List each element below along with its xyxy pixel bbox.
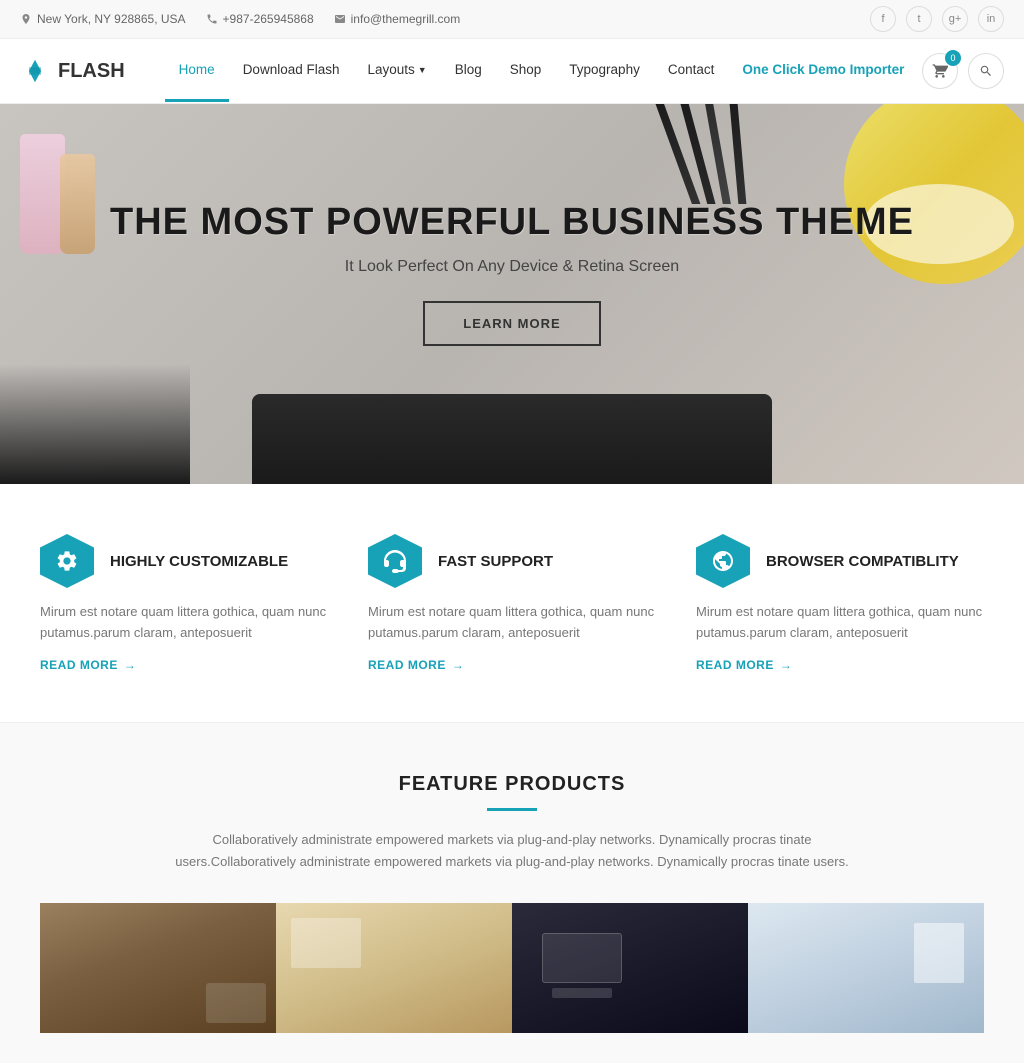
main-header: FLASH Home Download Flash Layouts ▼ Blog… (0, 39, 1024, 104)
linkedin-icon[interactable]: in (978, 6, 1004, 32)
hero-subtitle: It Look Perfect On Any Device & Retina S… (110, 258, 914, 276)
feature-icon-box-1 (40, 534, 94, 588)
hero-pencils-deco (624, 104, 824, 204)
phone-item: +987-265945868 (206, 12, 314, 26)
email-item: info@themegrill.com (334, 12, 461, 26)
feature-text-1: Mirum est notare quam littera gothica, q… (40, 602, 328, 644)
arrow-right-icon-2: → (452, 658, 465, 672)
facebook-icon[interactable]: f (870, 6, 896, 32)
logo-icon (20, 56, 50, 86)
feature-title-3: BROWSER COMPATIBLITY (766, 553, 959, 570)
header-actions: 0 (922, 53, 1004, 89)
email-text: info@themegrill.com (351, 12, 461, 26)
product-card-4[interactable] (748, 903, 984, 1033)
cart-icon (932, 63, 948, 79)
social-links: f t g+ in (870, 6, 1004, 32)
product-card-1[interactable] (40, 903, 276, 1033)
dropdown-arrow-icon: ▼ (418, 65, 427, 75)
feature-title-1: HIGHLY CUSTOMIZABLE (110, 553, 288, 570)
search-icon (979, 64, 993, 78)
product-card-3[interactable] (512, 903, 748, 1033)
hero-keyboard: // Generate keyboard keys inline via rep… (252, 394, 772, 484)
cart-count: 0 (945, 50, 961, 66)
feature-customizable: HIGHLY CUSTOMIZABLE Mirum est notare qua… (40, 534, 328, 672)
main-nav: Home Download Flash Layouts ▼ Blog Shop … (165, 40, 922, 102)
nav-blog[interactable]: Blog (441, 40, 496, 102)
feature-header-2: FAST SUPPORT (368, 534, 656, 588)
feature-link-3[interactable]: READ MORE → (696, 658, 984, 672)
feature-icon-box-2 (368, 534, 422, 588)
cart-button[interactable]: 0 (922, 53, 958, 89)
nav-shop[interactable]: Shop (496, 40, 556, 102)
address-text: New York, NY 928865, USA (37, 12, 186, 26)
phone-text: +987-265945868 (223, 12, 314, 26)
feature-link-2[interactable]: READ MORE → (368, 658, 656, 672)
nav-contact[interactable]: Contact (654, 40, 729, 102)
product-card-2[interactable] (276, 903, 512, 1033)
arrow-right-icon: → (124, 658, 137, 672)
nav-typography[interactable]: Typography (555, 40, 654, 102)
nav-home[interactable]: Home (165, 40, 229, 102)
features-section: HIGHLY CUSTOMIZABLE Mirum est notare qua… (0, 484, 1024, 722)
twitter-icon[interactable]: t (906, 6, 932, 32)
email-icon (334, 13, 346, 25)
features-grid: HIGHLY CUSTOMIZABLE Mirum est notare qua… (40, 534, 984, 672)
headset-icon (383, 549, 407, 573)
nav-layouts[interactable]: Layouts ▼ (354, 40, 441, 102)
nav-one-click-demo[interactable]: One Click Demo Importer (728, 40, 918, 102)
hero-cta-button[interactable]: LEARN MORE (423, 301, 600, 346)
arrow-right-icon-3: → (780, 658, 793, 672)
hero-title: THE MOST POWERFUL BUSINESS THEME (110, 202, 914, 244)
logo-text: FLASH (58, 60, 125, 83)
feature-icon-box-3 (696, 534, 750, 588)
featured-products-section: FEATURE PRODUCTS Collaboratively adminis… (0, 723, 1024, 1063)
site-logo[interactable]: FLASH (20, 56, 125, 86)
feature-support: FAST SUPPORT Mirum est notare quam litte… (368, 534, 656, 672)
top-bar: New York, NY 928865, USA +987-265945868 … (0, 0, 1024, 39)
gear-icon (55, 549, 79, 573)
nav-download-flash[interactable]: Download Flash (229, 40, 354, 102)
search-button[interactable] (968, 53, 1004, 89)
feature-link-1[interactable]: READ MORE → (40, 658, 328, 672)
address-item: New York, NY 928865, USA (20, 12, 186, 26)
phone-icon (206, 13, 218, 25)
feature-title-2: FAST SUPPORT (438, 553, 553, 570)
globe-icon (711, 549, 735, 573)
feature-header-1: HIGHLY CUSTOMIZABLE (40, 534, 328, 588)
hero-section: // Generate keyboard keys inline via rep… (0, 104, 1024, 484)
googleplus-icon[interactable]: g+ (942, 6, 968, 32)
section-title: FEATURE PRODUCTS (40, 773, 984, 796)
feature-text-2: Mirum est notare quam littera gothica, q… (368, 602, 656, 644)
products-grid (40, 903, 984, 1033)
section-description: Collaboratively administrate empowered m… (162, 829, 862, 873)
location-icon (20, 13, 32, 25)
feature-header-3: BROWSER COMPATIBLITY (696, 534, 984, 588)
feature-text-3: Mirum est notare quam littera gothica, q… (696, 602, 984, 644)
section-title-underline (487, 808, 537, 811)
feature-browser: BROWSER COMPATIBLITY Mirum est notare qu… (696, 534, 984, 672)
top-bar-left: New York, NY 928865, USA +987-265945868 … (20, 12, 460, 26)
hero-content: THE MOST POWERFUL BUSINESS THEME It Look… (110, 202, 914, 347)
